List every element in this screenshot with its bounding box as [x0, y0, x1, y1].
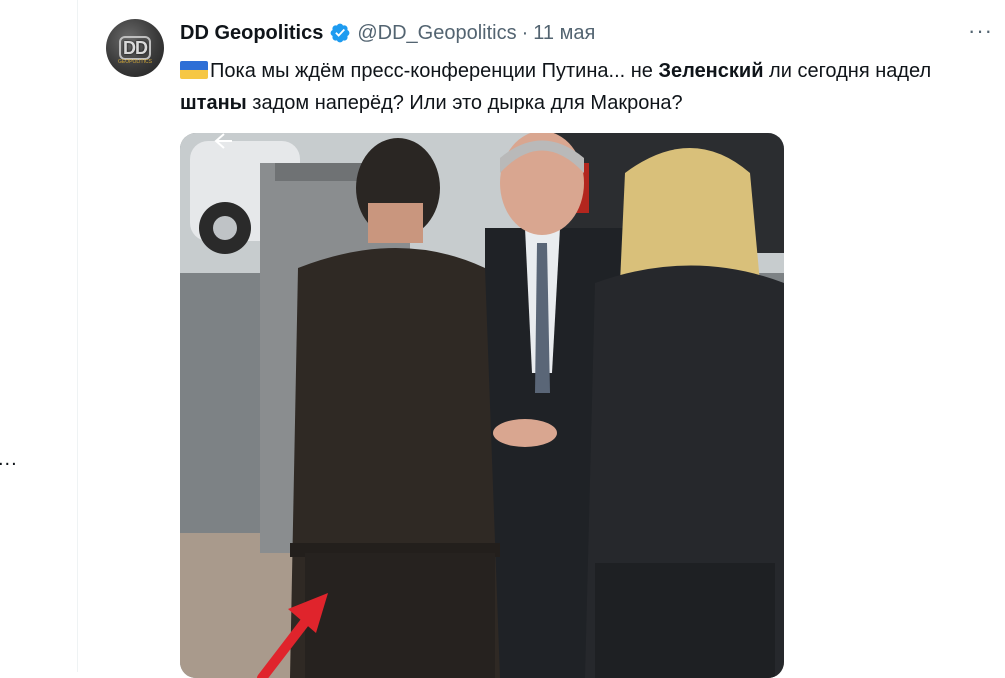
tweet-text-bold-1: Зеленский [658, 60, 764, 82]
avatar-logo: DD [119, 36, 151, 60]
tweet-text-bold-2: штаны [180, 92, 247, 114]
header-separator: · [521, 21, 529, 44]
tweet-media-photo[interactable] [180, 133, 784, 678]
tweet-text: Пока мы ждём пресс-конференции Путина...… [180, 55, 1000, 119]
avatar-subtext: GEOPOLITICS [118, 59, 152, 65]
left-sidebar-edge [0, 0, 78, 672]
tweet-text-part-3: задом наперёд? Или это дырка для Макрона… [246, 92, 683, 114]
photo-illustration [180, 133, 784, 678]
tweet-date[interactable]: 11 мая [533, 22, 595, 45]
more-icon[interactable]: ··· [968, 18, 993, 44]
author-name[interactable]: DD Geopolitics [180, 22, 323, 45]
author-handle[interactable]: @DD_Geopolitics [357, 22, 516, 45]
sidebar-overflow[interactable]: ... [0, 448, 18, 471]
tweet-header: DD Geopolitics @DD_Geopolitics · 11 мая [180, 19, 595, 47]
tweet-text-part-1: Пока мы ждём пресс-конференции Путина...… [210, 60, 659, 82]
ukraine-flag-icon [180, 61, 208, 79]
tweet[interactable]: DD GEOPOLITICS DD Geopolitics @DD_Geopol… [78, 0, 1005, 678]
tweet-text-part-2: ли сегодня надел [763, 60, 932, 82]
verified-badge-icon [330, 23, 350, 43]
avatar[interactable]: DD GEOPOLITICS [106, 19, 164, 77]
